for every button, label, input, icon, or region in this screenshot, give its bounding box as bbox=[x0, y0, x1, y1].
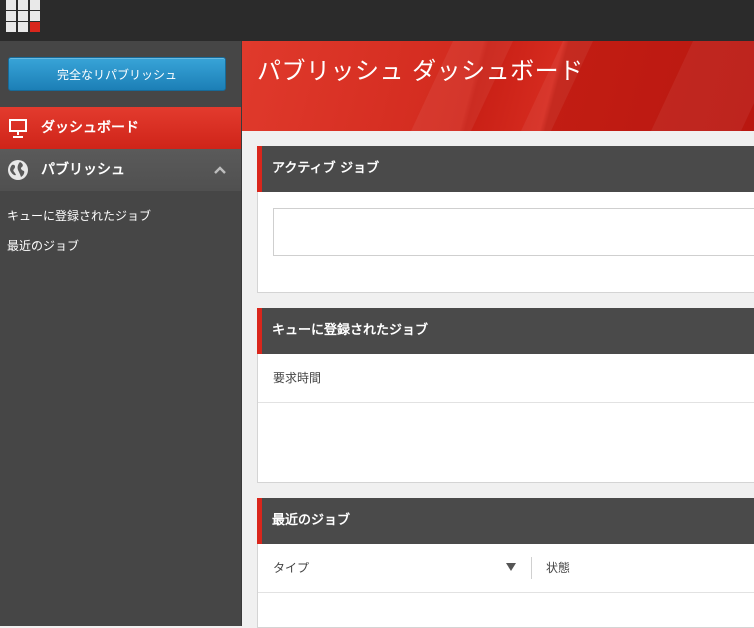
column-header-type[interactable]: タイプ bbox=[273, 545, 309, 592]
sidebar-link-recent-jobs[interactable]: 最近のジョブ bbox=[7, 237, 79, 254]
panel-title: 最近のジョブ bbox=[272, 513, 351, 528]
presentation-board-icon bbox=[9, 119, 27, 138]
panel-header: 最近のジョブ bbox=[257, 498, 754, 544]
recent-jobs-panel: 最近のジョブ タイプ 状態 bbox=[257, 498, 754, 628]
sidebar-item-label: パブリッシュ bbox=[41, 162, 125, 178]
panel-header: アクティブ ジョブ bbox=[257, 146, 754, 192]
panel-title: アクティブ ジョブ bbox=[272, 161, 380, 176]
top-bar bbox=[0, 0, 754, 42]
sidebar: 完全なリパブリッシュ ダッシュボード パブリッシュ キューに登録されたジョブ 最… bbox=[0, 41, 242, 626]
panel-title: キューに登録されたジョブ bbox=[272, 323, 429, 338]
sidebar-item-publish[interactable]: パブリッシュ bbox=[0, 149, 241, 191]
sidebar-item-dashboard[interactable]: ダッシュボード bbox=[0, 107, 241, 149]
table-header: タイプ 状態 bbox=[258, 545, 754, 593]
panel-header: キューに登録されたジョブ bbox=[257, 308, 754, 354]
table-header: 要求時間 bbox=[258, 355, 754, 403]
globe-icon bbox=[8, 160, 28, 180]
queued-jobs-panel: キューに登録されたジョブ 要求時間 bbox=[257, 308, 754, 483]
column-header-request-time[interactable]: 要求時間 bbox=[273, 355, 321, 402]
active-jobs-list bbox=[273, 208, 754, 256]
column-header-status[interactable]: 状態 bbox=[546, 545, 570, 592]
full-republish-button[interactable]: 完全なリパブリッシュ bbox=[8, 57, 226, 91]
chevron-up-icon[interactable] bbox=[213, 163, 227, 177]
page-header: パブリッシュ ダッシュボード bbox=[242, 41, 754, 131]
sidebar-link-queued-jobs[interactable]: キューに登録されたジョブ bbox=[7, 207, 151, 224]
active-jobs-panel: アクティブ ジョブ bbox=[257, 146, 754, 293]
column-divider bbox=[531, 557, 532, 579]
page-title: パブリッシュ ダッシュボード bbox=[257, 57, 584, 85]
grid-icon[interactable] bbox=[6, 0, 40, 34]
sidebar-item-label: ダッシュボード bbox=[41, 120, 139, 136]
sort-down-icon[interactable] bbox=[506, 563, 516, 571]
